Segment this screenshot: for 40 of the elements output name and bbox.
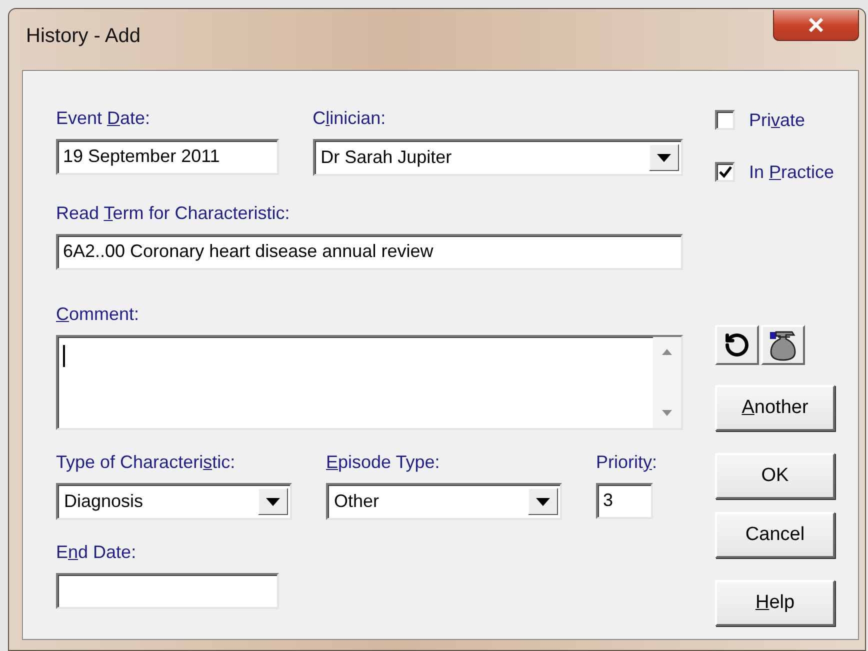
checkbox[interactable]	[715, 110, 735, 130]
event-date-field[interactable]: 19 September 2011	[56, 139, 279, 175]
field-label: Read Term for Characteristic:	[56, 202, 290, 224]
priority-field[interactable]: 3	[596, 483, 653, 519]
caret-icon	[536, 498, 550, 506]
ok-button[interactable]: OK	[715, 453, 835, 499]
dropdown-button[interactable]	[528, 488, 558, 515]
text-cursor	[63, 345, 65, 367]
caret-icon	[266, 498, 280, 506]
checkbox[interactable]	[715, 162, 735, 182]
field-label: Priority:	[596, 451, 658, 473]
checkbox-label[interactable]: Private	[749, 109, 806, 131]
another-button[interactable]: Another	[715, 385, 835, 431]
field-label: Comment:	[56, 303, 140, 325]
clinician-dropdown[interactable]: Dr Sarah Jupiter	[312, 139, 683, 176]
episode-type-dropdown[interactable]: Other	[326, 483, 562, 520]
field-label: Episode Type:	[326, 451, 440, 473]
help-button[interactable]: Help	[715, 580, 835, 626]
field-label: Clinician:	[312, 107, 386, 129]
refresh-icon	[724, 332, 750, 358]
field-label: Event Date:	[56, 107, 150, 129]
comment-field[interactable]	[56, 335, 683, 430]
scroll-down-icon	[662, 410, 672, 416]
cancel-button[interactable]: Cancel	[715, 512, 835, 558]
end-date-field[interactable]	[56, 573, 279, 609]
field-label: Type of Characteristic:	[56, 451, 236, 473]
checkbox-label[interactable]: In Practice	[749, 161, 834, 183]
close-icon	[808, 18, 824, 32]
window-title: History - Add	[25, 25, 140, 48]
read-term-field[interactable]: 6A2..00 Coronary heart disease annual review	[56, 234, 683, 270]
checkmark-icon	[718, 166, 732, 178]
refresh-button[interactable]	[715, 325, 759, 365]
caret-icon	[657, 154, 671, 162]
scroll-up-icon	[662, 349, 672, 355]
close-button[interactable]	[773, 10, 859, 41]
dropdown-button[interactable]	[258, 488, 288, 515]
dropdown-button[interactable]	[649, 144, 679, 171]
scrollbar[interactable]	[653, 337, 681, 428]
field-label: End Date:	[56, 541, 136, 563]
characteristic-type-dropdown[interactable]: Diagnosis	[56, 483, 292, 520]
